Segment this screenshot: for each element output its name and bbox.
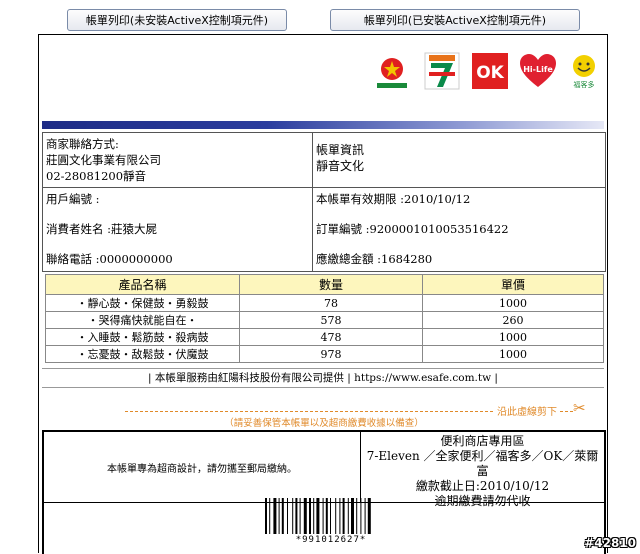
items-table: 產品名稱 數量 單價 ・靜心鼓・保健鼓・勇毅鼓 78 1000 ・哭得痛快就能自… [45,274,604,363]
barcode-number: *991012627* [295,535,367,545]
item-price: 1000 [422,345,604,363]
item-name: ・入睡鼓・鬆筋鼓・殺病鼓 [45,328,240,346]
store-info: 便利商店專用區 7-Eleven ／全家便利／福客多／OK／萊爾富 繳款截止日:… [361,432,604,508]
merchant-company: 莊圓文化事業有限公司 [46,153,161,167]
item-quantity: 978 [239,345,423,363]
service-provider-line: | 本帳單服務由紅陽科技股份有限公司提供 | https://www.esafe… [42,368,604,388]
item-price: 1000 [422,328,604,346]
payment-deadline: 繳款截止日:2010/10/12 [415,479,550,493]
table-row: ・靜心鼓・保健鼓・勇毅鼓 78 1000 [45,294,604,312]
barcode [265,498,371,534]
print-bill-with-activex-button[interactable]: 帳單列印(已安裝ActiveX控制項元件) [330,9,580,31]
customer-name: 消費者姓名 :莊猿大屍 [46,222,158,236]
table-row: ・入睡鼓・鬆筋鼓・殺病鼓 478 1000 [45,328,604,346]
bill-sheet: OK Hi-Life 福客多 商家聯絡方式: 莊圓文化事業有限公司 02-280… [38,34,608,554]
table-row: ・哭得痛快就能自在・ 578 260 [45,311,604,329]
ok-mart-logo: OK [472,53,508,89]
store-notice: 本帳單專為超商設計，請勿攜至郵局繳納。 [44,432,361,502]
svg-text:OK: OK [476,63,504,83]
merchant-contact-label: 商家聯絡方式: [46,137,119,151]
merchant-phone: 02-28081200靜音 [46,169,147,183]
item-quantity: 478 [239,328,423,346]
keep-receipt-note: （請妥善保管本帳單以及超商繳費收據以備查） [224,418,424,429]
header-quantity: 數量 [239,274,423,295]
bill-info-table: 商家聯絡方式: 莊圓文化事業有限公司 02-28081200靜音 帳單資訊 靜音… [42,132,606,272]
header-gradient-bar [42,121,604,129]
fukeduo-logo: 福客多 [566,53,602,89]
bill-info-cell: 帳單資訊 靜音文化 [312,132,606,188]
header-unit-price: 單價 [422,274,604,295]
item-price: 1000 [422,294,604,312]
item-quantity: 78 [239,294,423,312]
item-name: ・忘憂鼓・敌鬆鼓・伏魔鼓 [45,345,240,363]
print-bill-no-activex-button[interactable]: 帳單列印(未安裝ActiveX控制項元件) [67,9,287,31]
item-price: 260 [422,311,604,329]
item-name: ・靜心鼓・保健鼓・勇毅鼓 [45,294,240,312]
bill-detail-cell: 本帳單有效期限 :2010/10/12 訂單編號 :92000010100535… [312,187,606,272]
item-quantity: 578 [239,311,423,329]
table-row: ・忘憂鼓・敌鬆鼓・伏魔鼓 978 1000 [45,345,604,363]
account-number-label: 用戶編號 : [46,192,100,206]
seven-eleven-logo [424,52,460,90]
store-title: 便利商店專用區 [440,434,525,448]
bill-info-value: 靜音文化 [316,159,365,173]
svg-text:Hi-Life: Hi-Life [523,65,553,74]
item-name: ・哭得痛快就能自在・ [45,311,240,329]
customer-phone: 聯絡電話 :0000000000 [46,252,173,266]
customer-cell: 用戶編號 : 消費者姓名 :莊猿大屍 聯絡電話 :0000000000 [42,187,313,272]
header-product: 產品名稱 [45,274,240,295]
bill-valid-date: 本帳單有效期限 :2010/10/12 [316,192,471,206]
merchant-contact-cell: 商家聯絡方式: 莊圓文化事業有限公司 02-28081200靜音 [42,132,313,188]
watermark: #42810 [584,536,636,550]
total-amount: 應繳總金額 :1684280 [316,252,433,266]
bill-info-label: 帳單資訊 [316,143,365,157]
hilife-logo: Hi-Life [520,54,556,87]
svg-text:福客多: 福客多 [574,80,595,89]
familymart-logo [377,58,407,88]
store-list: 7-Eleven ／全家便利／福客多／OK／萊爾富 [366,449,599,478]
order-number: 訂單編號 :9200001010053516422 [316,222,509,236]
